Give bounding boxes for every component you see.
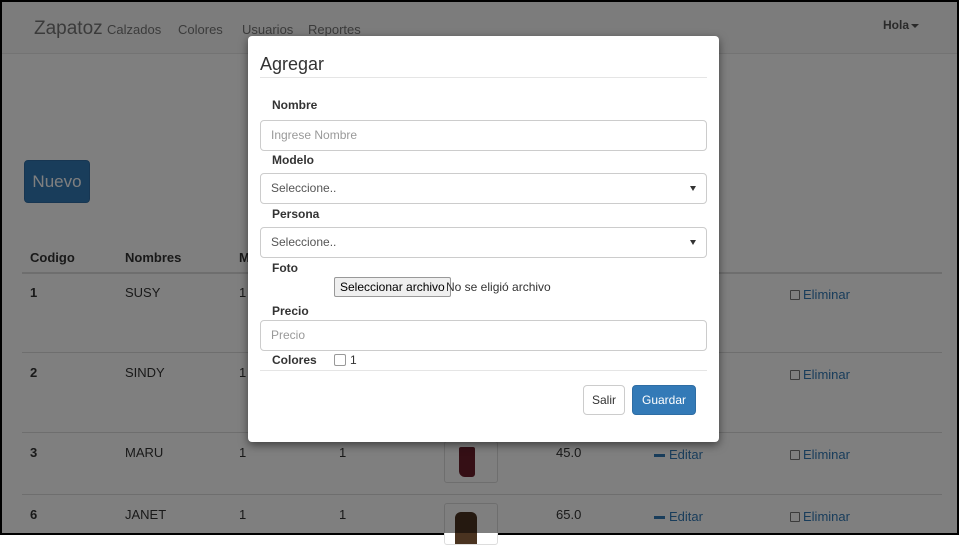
modal-header-divider — [260, 77, 707, 78]
select-arrow-icon — [690, 240, 696, 245]
modelo-select[interactable]: Seleccione.. — [260, 173, 707, 204]
persona-select-value: Seleccione.. — [271, 235, 337, 249]
guardar-button[interactable]: Guardar — [632, 385, 696, 415]
color-checkbox-label: 1 — [350, 353, 357, 367]
salir-button[interactable]: Salir — [583, 385, 625, 415]
foto-label: Foto — [272, 261, 298, 275]
file-select-button[interactable]: Seleccionar archivo — [334, 277, 451, 297]
agregar-modal: Agregar Nombre Ingrese Nombre Modelo Sel… — [248, 36, 719, 442]
select-arrow-icon — [690, 186, 696, 191]
persona-label: Persona — [272, 207, 320, 221]
precio-label: Precio — [272, 304, 309, 318]
nombre-input[interactable]: Ingrese Nombre — [260, 120, 707, 151]
colores-label: Colores — [272, 353, 317, 367]
precio-input[interactable]: Precio — [260, 320, 707, 351]
modelo-select-value: Seleccione.. — [271, 181, 337, 195]
nombre-label: Nombre — [272, 98, 318, 112]
file-status: No se eligió archivo — [446, 280, 551, 294]
modal-footer-divider — [260, 370, 707, 371]
persona-select[interactable]: Seleccione.. — [260, 227, 707, 258]
modelo-label: Modelo — [272, 153, 314, 167]
color-checkbox[interactable] — [334, 354, 346, 366]
modal-title: Agregar — [260, 54, 325, 74]
